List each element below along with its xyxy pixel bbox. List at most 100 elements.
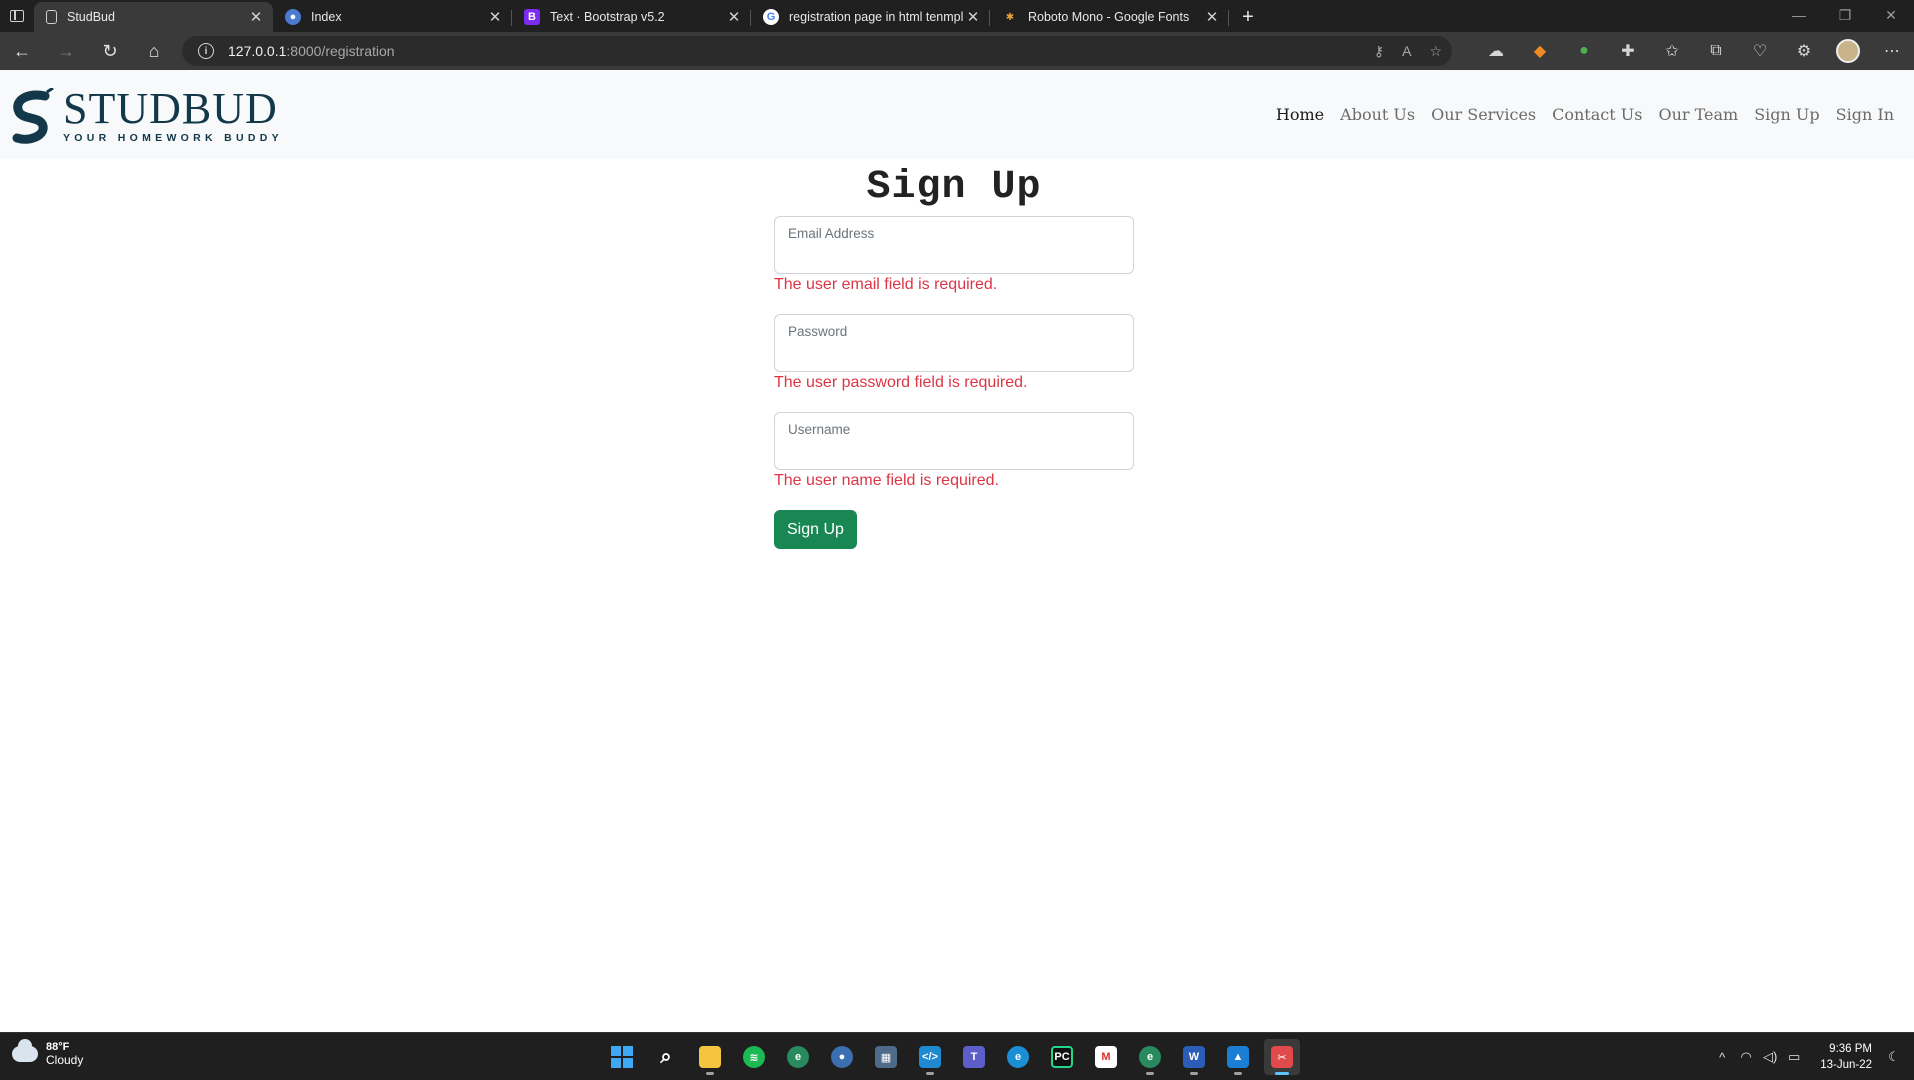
teams-button[interactable]: T xyxy=(956,1039,992,1075)
nav-sign-in[interactable]: Sign In xyxy=(1828,105,1902,124)
sign-up-button[interactable]: Sign Up xyxy=(774,510,857,549)
sidebar-apps-icon[interactable]: ⚙ xyxy=(1782,32,1826,70)
browser-essentials-icon[interactable]: ♡ xyxy=(1738,32,1782,70)
tab-actions-icon[interactable] xyxy=(0,0,34,32)
tab-google-search[interactable]: G registration page in html tenmpl ✕ xyxy=(751,2,990,32)
search-button[interactable]: ⌕ xyxy=(648,1039,684,1075)
clock[interactable]: 9:36 PM 13-Jun-22 xyxy=(1820,1041,1872,1073)
studbud-logo[interactable]: STUDBUD YOUR HOMEWORK BUDDY xyxy=(7,84,283,144)
nav-our-services[interactable]: Our Services xyxy=(1423,105,1544,124)
pycharm-button[interactable]: PC xyxy=(1044,1039,1080,1075)
close-icon[interactable]: ✕ xyxy=(486,8,504,26)
email-error: The user email field is required. xyxy=(774,276,998,293)
system-tray: ^ ◠ ◁) ▭ 9:36 PM 13-Jun-22 ☾ xyxy=(1710,1033,1906,1080)
volume-icon[interactable]: ◁) xyxy=(1758,1049,1782,1065)
edge-dev-2-button[interactable]: e xyxy=(1132,1039,1168,1075)
photos-icon: ▲ xyxy=(1227,1046,1249,1068)
tab-index[interactable]: ● Index ✕ xyxy=(273,2,512,32)
spotify-button[interactable]: ≋ xyxy=(736,1039,772,1075)
word-button[interactable]: W xyxy=(1176,1039,1212,1075)
pycharm-icon: PC xyxy=(1051,1046,1073,1068)
new-tab-button[interactable]: + xyxy=(1233,2,1263,32)
minimize-icon[interactable]: — xyxy=(1776,0,1822,30)
nav-sign-up[interactable]: Sign Up xyxy=(1746,105,1827,124)
app-shield-button[interactable]: ● xyxy=(824,1039,860,1075)
password-input[interactable] xyxy=(788,343,1118,365)
spotify-icon: ≋ xyxy=(743,1046,765,1068)
email-label: Email Address xyxy=(788,226,875,241)
snipping-tool-button[interactable]: ✂ xyxy=(1264,1039,1300,1075)
collections-icon[interactable]: ⧉ xyxy=(1694,32,1738,70)
nav-our-team[interactable]: Our Team xyxy=(1650,105,1746,124)
nav-contact-us[interactable]: Contact Us xyxy=(1544,105,1650,124)
home-icon[interactable]: ⌂ xyxy=(132,32,176,70)
password-field[interactable]: Password xyxy=(774,314,1134,372)
metamask-icon[interactable]: ◆ xyxy=(1518,32,1562,70)
site-info-icon[interactable]: i xyxy=(198,43,214,59)
chevron-up-icon[interactable]: ^ xyxy=(1710,1050,1734,1065)
wifi-icon[interactable]: ◠ xyxy=(1734,1049,1758,1065)
site-navbar: STUDBUD YOUR HOMEWORK BUDDY Home About U… xyxy=(0,70,1914,159)
weather-widget[interactable]: 88°F Cloudy xyxy=(12,1039,84,1067)
tab-studbud[interactable]: StudBud ✕ xyxy=(34,2,273,32)
edge-icon: e xyxy=(1007,1046,1029,1068)
logo-tagline: YOUR HOMEWORK BUDDY xyxy=(63,132,283,144)
restore-icon[interactable]: ❐ xyxy=(1822,0,1868,30)
read-aloud-icon[interactable]: A xyxy=(1402,43,1411,59)
close-window-icon[interactable]: ✕ xyxy=(1868,0,1914,30)
bootstrap-favicon-icon: B xyxy=(524,9,540,25)
clock-date: 13-Jun-22 xyxy=(1820,1059,1872,1071)
tab-bootstrap[interactable]: B Text · Bootstrap v5.2 ✕ xyxy=(512,2,751,32)
gmail-button[interactable]: M xyxy=(1088,1039,1124,1075)
extension-colorful-icon[interactable]: ● xyxy=(1562,32,1606,70)
username-label: Username xyxy=(788,422,851,437)
edge-button[interactable]: e xyxy=(1000,1039,1036,1075)
browser-tab-bar: StudBud ✕ ● Index ✕ B Text · Bootstrap v… xyxy=(0,0,1914,32)
add-favorite-icon[interactable]: ☆ xyxy=(1429,43,1442,60)
vscode-button[interactable]: </> xyxy=(912,1039,948,1075)
tab-google-fonts[interactable]: ✱ Roboto Mono - Google Fonts ✕ xyxy=(990,2,1229,32)
extension-icon[interactable]: ☁ xyxy=(1474,32,1518,70)
tab-title: StudBud xyxy=(67,10,115,24)
nav-about-us[interactable]: About Us xyxy=(1332,105,1423,124)
vscode-icon: </> xyxy=(919,1046,941,1068)
password-key-icon[interactable]: ⚷ xyxy=(1374,43,1384,60)
email-field[interactable]: Email Address xyxy=(774,216,1134,274)
shield-icon: ● xyxy=(831,1046,853,1068)
calculator-icon: ▦ xyxy=(875,1046,897,1068)
username-field[interactable]: Username xyxy=(774,412,1134,470)
night-mode-icon[interactable]: ☾ xyxy=(1882,1049,1906,1065)
profile-avatar[interactable] xyxy=(1826,32,1870,70)
edge-dev-icon: e xyxy=(1139,1046,1161,1068)
email-input[interactable] xyxy=(788,245,1118,267)
nav-home[interactable]: Home xyxy=(1268,105,1332,124)
page-title: Sign Up xyxy=(866,165,1042,210)
close-icon[interactable]: ✕ xyxy=(1203,8,1221,26)
forward-icon[interactable]: → xyxy=(44,32,88,70)
start-button[interactable] xyxy=(604,1039,640,1075)
page-icon xyxy=(46,10,57,24)
tab-title: Text · Bootstrap v5.2 xyxy=(550,10,665,24)
browser-toolbar: ← → ↻ ⌂ i 127.0.0.1:8000/registration ⚷ … xyxy=(0,32,1914,70)
battery-icon[interactable]: ▭ xyxy=(1782,1049,1806,1065)
username-input[interactable] xyxy=(788,441,1118,463)
favorites-icon[interactable]: ✩ xyxy=(1650,32,1694,70)
photos-button[interactable]: ▲ xyxy=(1220,1039,1256,1075)
extensions-puzzle-icon[interactable]: ✚ xyxy=(1606,32,1650,70)
edge-dev-button[interactable]: e xyxy=(780,1039,816,1075)
address-bar[interactable]: i 127.0.0.1:8000/registration ⚷ A ☆ xyxy=(182,36,1452,66)
refresh-icon[interactable]: ↻ xyxy=(88,32,132,70)
tab-title: registration page in html tenmpl xyxy=(789,10,964,24)
search-icon: ⌕ xyxy=(660,1045,672,1068)
calculator-button[interactable]: ▦ xyxy=(868,1039,904,1075)
tab-title: Roboto Mono - Google Fonts xyxy=(1028,10,1190,24)
close-icon[interactable]: ✕ xyxy=(247,8,265,26)
back-icon[interactable]: ← xyxy=(0,32,44,70)
weather-temp: 88°F xyxy=(46,1041,70,1053)
close-icon[interactable]: ✕ xyxy=(964,8,982,26)
more-menu-icon[interactable]: ⋯ xyxy=(1870,32,1914,70)
file-explorer-button[interactable] xyxy=(692,1039,728,1075)
close-icon[interactable]: ✕ xyxy=(725,8,743,26)
weather-condition: Cloudy xyxy=(46,1053,84,1067)
logo-title: STUDBUD xyxy=(63,84,278,133)
